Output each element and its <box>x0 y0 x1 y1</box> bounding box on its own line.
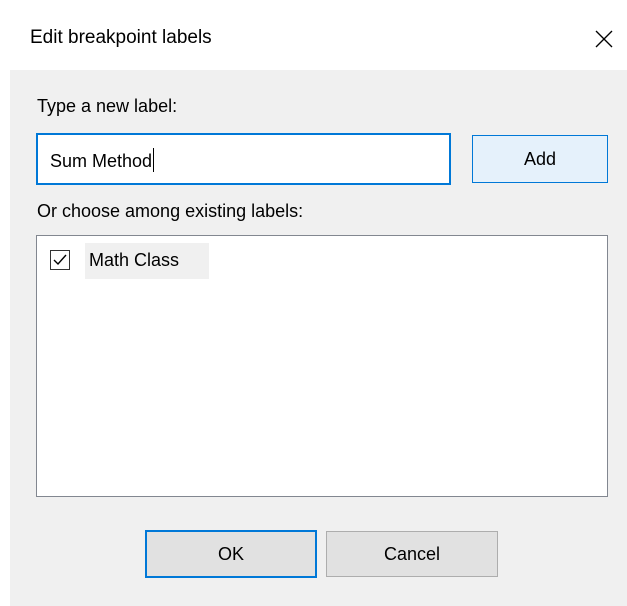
ok-button[interactable]: OK <box>145 530 317 578</box>
new-label-value: Sum Method <box>50 151 153 171</box>
checkmark-icon <box>53 254 67 266</box>
cancel-button[interactable]: Cancel <box>326 531 498 577</box>
list-item-highlight: Math Class <box>85 243 209 279</box>
close-button[interactable] <box>581 8 627 70</box>
list-item-label: Math Class <box>89 250 180 270</box>
text-caret <box>153 148 155 172</box>
new-label-prompt: Type a new label: <box>37 96 178 116</box>
label-checkbox[interactable] <box>50 250 70 270</box>
new-label-input[interactable]: Sum Method <box>36 133 451 185</box>
title-bar: Edit breakpoint labels <box>10 8 627 70</box>
dialog-title: Edit breakpoint labels <box>30 27 212 48</box>
edit-breakpoint-labels-dialog: Edit breakpoint labels Type a new label:… <box>10 8 627 606</box>
list-item[interactable]: Math Class <box>47 243 213 279</box>
existing-labels-list[interactable]: Math Class <box>36 235 608 497</box>
close-icon <box>595 30 613 48</box>
existing-labels-prompt: Or choose among existing labels: <box>37 201 304 221</box>
add-button[interactable]: Add <box>472 135 608 183</box>
